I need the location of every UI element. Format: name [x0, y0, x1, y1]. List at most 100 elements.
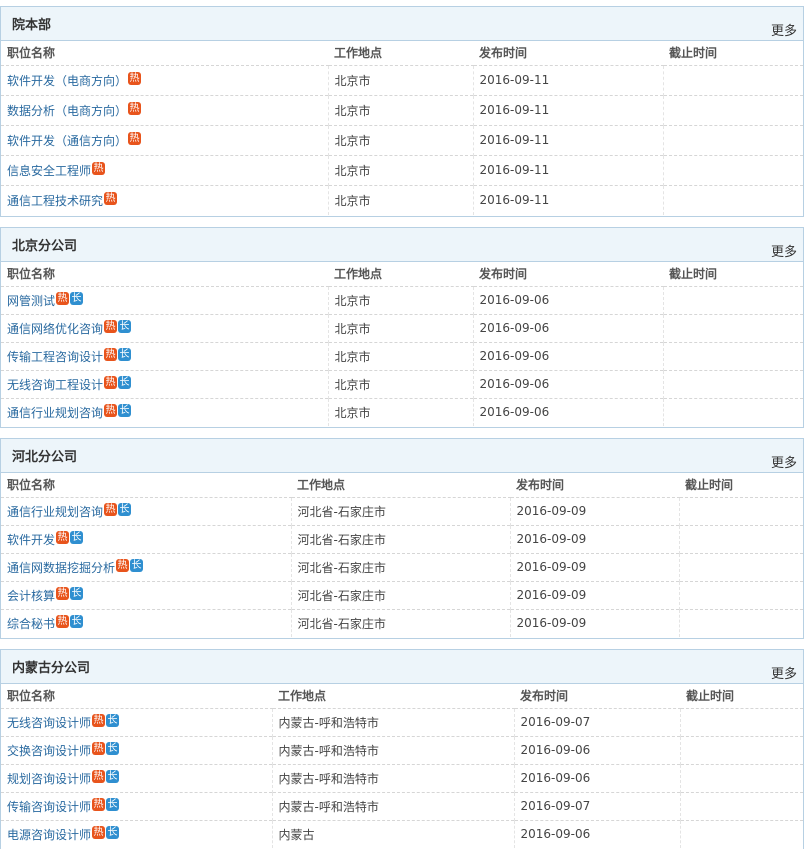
table-row: 通信行业规划咨询热长 河北省-石家庄市 2016-09-09 [1, 496, 803, 525]
job-location: 北京市 [327, 154, 473, 185]
table-header-row: 职位名称 工作地点 发布时间 截止时间 [1, 473, 803, 497]
job-deadline [679, 707, 803, 736]
job-location: 河北省-石家庄市 [290, 608, 510, 637]
long-term-icon: 长 [70, 291, 84, 305]
job-link[interactable]: 无线咨询工程设计 [7, 378, 103, 392]
job-location: 北京市 [327, 369, 473, 398]
job-location: 北京市 [327, 313, 473, 342]
hot-icon: 热 [56, 614, 70, 628]
long-term-icon: 长 [70, 614, 84, 628]
job-link[interactable]: 网管测试 [7, 294, 55, 308]
col-header-date: 发布时间 [479, 267, 528, 282]
job-date: 2016-09-09 [509, 524, 679, 553]
hot-icon: 热 [92, 797, 106, 811]
long-term-icon: 长 [106, 769, 120, 783]
long-term-icon: 长 [130, 558, 144, 572]
section-hebei: 河北分公司 更多 职位名称 工作地点 发布时间 截止时间 通信行业规划咨询热长 … [0, 438, 804, 639]
job-date: 2016-09-06 [513, 735, 680, 764]
section-header: 河北分公司 更多 [1, 439, 803, 473]
job-link[interactable]: 信息安全工程师 [7, 164, 91, 178]
job-link[interactable]: 通信行业规划咨询 [7, 505, 103, 519]
job-link[interactable]: 数据分析（电商方向） [7, 104, 127, 118]
long-term-icon: 长 [118, 375, 132, 389]
job-location: 北京市 [327, 94, 473, 125]
hot-icon: 热 [56, 291, 70, 305]
job-location: 河北省-石家庄市 [290, 552, 510, 581]
job-deadline [679, 791, 803, 820]
more-link[interactable]: 更多 [771, 241, 797, 260]
job-link[interactable]: 传输咨询设计师 [7, 800, 91, 814]
job-link[interactable]: 规划咨询设计师 [7, 772, 91, 786]
job-location: 北京市 [327, 341, 473, 370]
job-date: 2016-09-11 [472, 64, 663, 95]
hot-icon: 热 [92, 713, 106, 727]
job-link[interactable]: 交换咨询设计师 [7, 744, 91, 758]
long-term-icon: 长 [106, 713, 120, 727]
job-deadline [678, 496, 803, 525]
job-date: 2016-09-06 [472, 397, 663, 426]
section-header: 院本部 更多 [1, 7, 803, 41]
job-link[interactable]: 通信工程技术研究 [7, 194, 103, 208]
job-location: 内蒙古-呼和浩特市 [271, 707, 514, 736]
job-location: 河北省-石家庄市 [290, 496, 510, 525]
job-date: 2016-09-09 [509, 608, 679, 637]
more-link[interactable]: 更多 [771, 663, 797, 682]
col-header-location: 工作地点 [334, 46, 383, 61]
job-link[interactable]: 通信网数据挖掘分析 [7, 561, 115, 575]
job-date: 2016-09-09 [509, 552, 679, 581]
col-header-location: 工作地点 [334, 267, 383, 282]
col-header-location: 工作地点 [278, 689, 327, 704]
hot-icon: 热 [104, 403, 118, 417]
hot-icon: 热 [104, 375, 118, 389]
jobs-table: 职位名称 工作地点 发布时间 截止时间 无线咨询设计师热长 内蒙古-呼和浩特市 … [1, 684, 803, 848]
long-term-icon: 长 [118, 502, 132, 516]
section-title: 北京分公司 [12, 239, 78, 254]
job-link[interactable]: 通信网络优化咨询 [7, 322, 103, 336]
job-deadline [662, 397, 803, 426]
job-date: 2016-09-06 [472, 313, 663, 342]
job-deadline [679, 763, 803, 792]
hot-icon: 热 [92, 161, 106, 175]
job-link[interactable]: 无线咨询设计师 [7, 716, 91, 730]
section-neimenggu: 内蒙古分公司 更多 职位名称 工作地点 发布时间 截止时间 无线咨询设计师热长 … [0, 649, 804, 849]
job-link[interactable]: 软件开发（通信方向） [7, 134, 127, 148]
job-date: 2016-09-06 [513, 763, 680, 792]
job-location: 北京市 [327, 397, 473, 426]
table-row: 通信网络优化咨询热长 北京市 2016-09-06 [1, 313, 803, 342]
col-header-date: 发布时间 [479, 46, 528, 61]
table-row: 无线咨询工程设计热长 北京市 2016-09-06 [1, 369, 803, 398]
more-link[interactable]: 更多 [771, 20, 797, 39]
jobs-table: 职位名称 工作地点 发布时间 截止时间 软件开发（电商方向）热 北京市 2016… [1, 41, 803, 215]
job-date: 2016-09-06 [472, 369, 663, 398]
job-deadline [662, 154, 803, 185]
table-row: 规划咨询设计师热长 内蒙古-呼和浩特市 2016-09-06 [1, 763, 803, 792]
table-header-row: 职位名称 工作地点 发布时间 截止时间 [1, 684, 803, 708]
job-location: 内蒙古-呼和浩特市 [271, 763, 514, 792]
col-header-deadline: 截止时间 [685, 478, 734, 493]
job-location: 北京市 [327, 64, 473, 95]
long-term-icon: 长 [118, 319, 132, 333]
col-header-date: 发布时间 [520, 689, 569, 704]
job-link[interactable]: 通信行业规划咨询 [7, 406, 103, 420]
job-deadline [678, 552, 803, 581]
jobs-table: 职位名称 工作地点 发布时间 截止时间 网管测试热长 北京市 2016-09-0… [1, 262, 803, 426]
job-link[interactable]: 会计核算 [7, 589, 55, 603]
long-term-icon: 长 [106, 825, 120, 839]
long-term-icon: 长 [118, 347, 132, 361]
more-link[interactable]: 更多 [771, 452, 797, 471]
job-location: 河北省-石家庄市 [290, 524, 510, 553]
job-link[interactable]: 软件开发 [7, 533, 55, 547]
job-link[interactable]: 传输工程咨询设计 [7, 350, 103, 364]
long-term-icon: 长 [70, 530, 84, 544]
table-row: 网管测试热长 北京市 2016-09-06 [1, 285, 803, 314]
job-date: 2016-09-07 [513, 791, 680, 820]
job-link[interactable]: 电源咨询设计师 [7, 828, 91, 842]
table-row: 信息安全工程师热 北京市 2016-09-11 [1, 154, 803, 185]
job-link[interactable]: 软件开发（电商方向） [7, 74, 127, 88]
section-beijing: 北京分公司 更多 职位名称 工作地点 发布时间 截止时间 网管测试热长 北京市 … [0, 227, 804, 428]
table-row: 综合秘书热长 河北省-石家庄市 2016-09-09 [1, 608, 803, 637]
job-location: 内蒙古 [271, 819, 514, 848]
hot-icon: 热 [128, 131, 142, 145]
job-link[interactable]: 综合秘书 [7, 617, 55, 631]
col-header-name: 职位名称 [7, 689, 56, 704]
